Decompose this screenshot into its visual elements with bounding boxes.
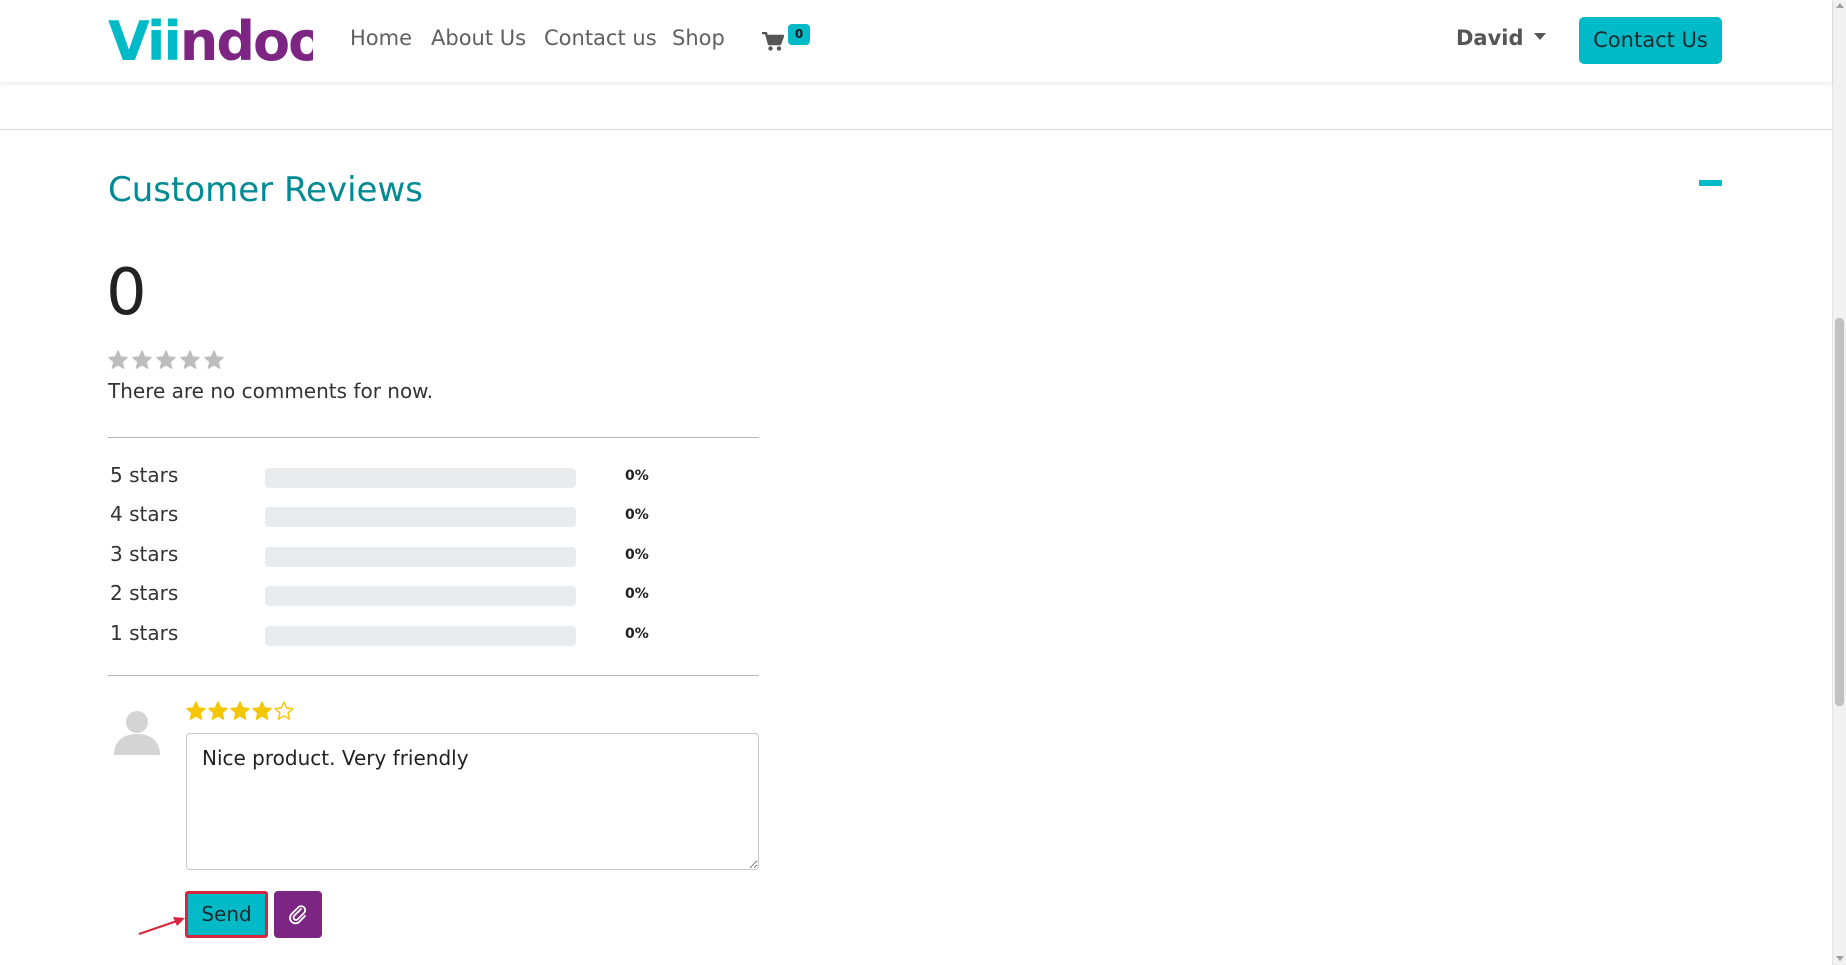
reviews-title: Customer Reviews: [108, 170, 423, 210]
rating-row-label: 1 stars: [110, 621, 179, 645]
rating-row-5[interactable]: 5 stars 0%: [108, 462, 759, 492]
rating-row-label: 4 stars: [110, 502, 179, 526]
rating-progress-bar: [265, 586, 576, 606]
paperclip-icon: [289, 904, 307, 924]
divider: [108, 437, 759, 438]
star-filled-icon[interactable]: [186, 701, 206, 721]
rating-row-1[interactable]: 1 stars 0%: [108, 620, 759, 650]
shopping-cart-icon: [762, 32, 784, 51]
comment-textarea[interactable]: [186, 733, 759, 870]
svg-text:Viindoo: Viindoo: [108, 12, 313, 70]
user-menu-dropdown[interactable]: David: [1456, 26, 1546, 50]
star-filled-icon[interactable]: [252, 701, 272, 721]
rating-progress-bar: [265, 507, 576, 527]
nav-home[interactable]: Home: [350, 26, 412, 50]
rating-progress-bar: [265, 626, 576, 646]
attach-file-button[interactable]: [274, 891, 322, 938]
rating-row-percent: 0%: [625, 547, 649, 563]
rating-row-4[interactable]: 4 stars 0%: [108, 501, 759, 531]
star-icon: [204, 350, 224, 369]
star-icon: [132, 350, 152, 369]
rating-row-label: 3 stars: [110, 542, 179, 566]
rating-row-percent: 0%: [625, 507, 649, 523]
rating-row-percent: 0%: [625, 586, 649, 602]
nav-contact-us[interactable]: Contact us: [544, 26, 657, 50]
caret-down-icon: [1533, 32, 1546, 40]
rating-input[interactable]: [186, 701, 294, 721]
section-divider: [0, 129, 1832, 130]
average-rating-stars: [108, 350, 224, 372]
rating-progress-bar: [265, 547, 576, 567]
star-empty-icon[interactable]: [274, 701, 294, 721]
contact-us-button[interactable]: Contact Us: [1579, 17, 1722, 64]
page-scrollbar[interactable]: [1832, 0, 1846, 965]
rating-row-3[interactable]: 3 stars 0%: [108, 541, 759, 571]
no-comments-message: There are no comments for now.: [108, 379, 434, 403]
star-icon: [180, 350, 200, 369]
scrollbar-thumb[interactable]: [1835, 318, 1844, 706]
cart-link[interactable]: 0: [762, 22, 812, 58]
average-rating-value: 0: [106, 256, 147, 330]
scroll-down-arrow-icon[interactable]: [1836, 956, 1844, 961]
star-filled-icon[interactable]: [230, 701, 250, 721]
scroll-up-arrow-icon[interactable]: [1836, 3, 1844, 8]
navbar: Viindoo Home About Us Contact us Shop 0 …: [0, 0, 1832, 82]
send-button[interactable]: Send: [185, 891, 268, 938]
rating-progress-bar: [265, 468, 576, 488]
nav-shop[interactable]: Shop: [672, 26, 725, 50]
star-icon: [108, 350, 128, 369]
cart-count-badge: 0: [788, 24, 810, 45]
rating-row-label: 5 stars: [110, 463, 179, 487]
rating-row-percent: 0%: [625, 468, 649, 484]
rating-row-label: 2 stars: [110, 581, 179, 605]
rating-row-percent: 0%: [625, 626, 649, 642]
divider: [108, 675, 759, 676]
user-avatar-icon: [114, 711, 160, 755]
minus-icon[interactable]: [1699, 180, 1722, 186]
star-filled-icon[interactable]: [208, 701, 228, 721]
user-name: David: [1456, 26, 1524, 50]
rating-row-2[interactable]: 2 stars 0%: [108, 580, 759, 610]
star-icon: [156, 350, 176, 369]
nav-about-us[interactable]: About Us: [431, 26, 526, 50]
viindoo-logo[interactable]: Viindoo: [108, 12, 313, 70]
pointer-arrow-annotation: [138, 917, 185, 935]
